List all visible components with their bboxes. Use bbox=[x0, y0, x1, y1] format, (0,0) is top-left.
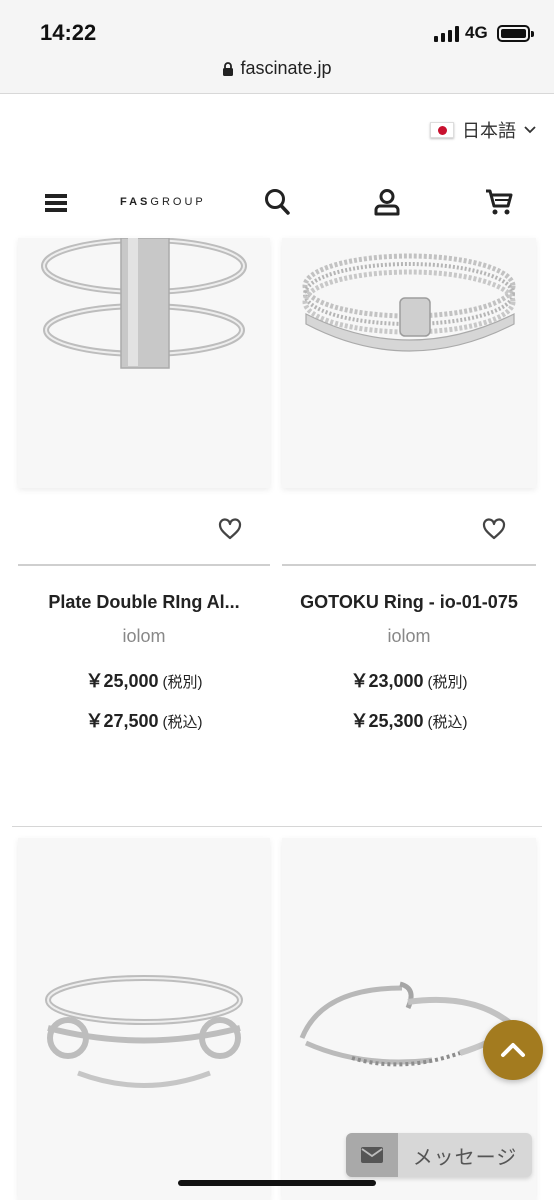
status-time: 14:22 bbox=[40, 20, 97, 45]
divider bbox=[18, 564, 270, 566]
price-incl-tax: ￥25,300 (税込) bbox=[350, 711, 468, 731]
network-type: 4G bbox=[465, 23, 488, 42]
lock-icon bbox=[223, 61, 234, 76]
product-image[interactable] bbox=[18, 238, 270, 488]
cart-icon[interactable] bbox=[485, 188, 513, 216]
japan-flag-icon bbox=[430, 122, 454, 138]
site-logo[interactable]: FASGROUP bbox=[120, 196, 206, 208]
site-header: FASGROUP bbox=[0, 172, 554, 238]
language-label: 日本語 bbox=[462, 121, 516, 141]
menu-icon[interactable] bbox=[45, 194, 67, 212]
product-image[interactable] bbox=[18, 838, 270, 1200]
open-ring-image bbox=[45, 975, 243, 1088]
language-selector[interactable]: 日本語 bbox=[430, 117, 536, 143]
favorite-heart-icon[interactable] bbox=[218, 518, 242, 540]
url-bar[interactable]: fascinate.jp bbox=[0, 58, 554, 79]
message-button[interactable]: メッセージ bbox=[346, 1133, 532, 1177]
product-brand[interactable]: iolom bbox=[284, 626, 534, 647]
product-image[interactable] bbox=[282, 238, 536, 488]
row-divider bbox=[12, 826, 542, 827]
divider bbox=[282, 564, 536, 566]
browser-chrome: 14:22 4G fascinate.jp bbox=[0, 0, 554, 94]
battery-icon bbox=[497, 25, 534, 42]
favorite-heart-icon[interactable] bbox=[482, 518, 506, 540]
account-icon[interactable] bbox=[374, 188, 400, 216]
home-indicator[interactable] bbox=[178, 1180, 376, 1186]
product-brand[interactable]: iolom bbox=[19, 626, 269, 647]
chevron-up-icon bbox=[501, 1043, 525, 1057]
price-excl-tax: ￥25,000 (税別) bbox=[85, 671, 203, 691]
gotoku-ring-image bbox=[302, 253, 516, 352]
price-incl-tax: ￥27,500 (税込) bbox=[85, 711, 203, 731]
plate-double-ring-image bbox=[41, 238, 247, 369]
product-name[interactable]: GOTOKU Ring - io-01-075 bbox=[284, 592, 534, 613]
signal-icon bbox=[434, 26, 459, 42]
scroll-to-top-button[interactable] bbox=[483, 1020, 543, 1080]
product-name[interactable]: Plate Double RIng Al... bbox=[19, 592, 269, 613]
url-text: fascinate.jp bbox=[240, 58, 332, 78]
mail-icon bbox=[346, 1133, 398, 1177]
chevron-down-icon bbox=[524, 126, 536, 134]
price-excl-tax: ￥23,000 (税別) bbox=[350, 671, 468, 691]
search-icon[interactable] bbox=[264, 188, 290, 216]
message-label: メッセージ bbox=[412, 1146, 518, 1169]
